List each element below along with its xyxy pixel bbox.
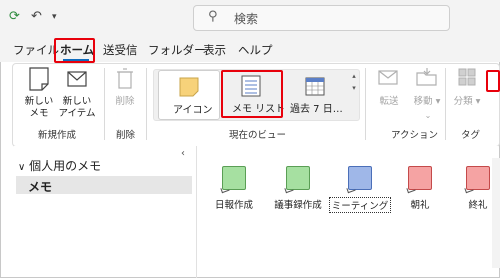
view-last7-label: 過去 7 日… [290,104,343,115]
collapse-pane-icon[interactable]: ‹ [181,148,185,159]
note-icon [466,166,490,190]
new-item-label: 新しい アイテム [58,96,96,119]
note-icon [222,166,246,190]
forward-button[interactable]: 転送 [370,66,408,108]
move-button[interactable]: 移動 ▾ [410,66,444,108]
search-input[interactable]: 検索 [234,10,258,27]
qat-dropdown-icon[interactable]: ▾ [52,12,57,22]
new-note-button[interactable]: 新しい メモ [24,66,54,120]
chevron-down-icon: ∨ [18,162,26,173]
new-note-label: 新しい メモ [24,96,54,119]
view-last7-button[interactable]: 過去 7 日… [286,70,348,118]
delete-label: 削除 [115,96,135,107]
move-folder-icon [416,68,437,86]
folder-item-label: メモ [28,180,53,194]
ribbon-separator [445,68,446,140]
new-note-icon [29,67,49,91]
note-icon [286,166,310,190]
tab-file[interactable]: ファイル [13,42,59,58]
view-icon-label: アイコン [173,105,213,116]
tab-help[interactable]: ヘルプ [238,42,273,58]
gallery-scroll[interactable]: ▴ ▾ [350,70,358,94]
folder-section-header[interactable]: ∨ 個人用のメモ [18,157,101,174]
forward-icon [378,70,398,85]
note-label: 議事録作成 [274,200,322,211]
group-delete-label: 削除 [116,130,136,141]
group-new-label: 新規作成 [38,130,77,141]
sync-icon[interactable]: ⟳ [9,9,20,24]
note-icon [348,166,372,190]
folder-section-label: 個人用のメモ [29,159,102,173]
delete-button[interactable]: 削除 [110,66,140,108]
highlight-home-tab [54,38,95,63]
highlight-list-view [221,70,283,118]
group-current-view-label: 現在のビュー [229,130,287,141]
categorize-icon [458,68,476,86]
ribbon-separator [146,68,147,140]
ribbon-separator [365,68,366,140]
tab-view[interactable]: 表示 [203,42,226,58]
folder-item-memo[interactable]: メモ [16,176,192,194]
move-chevron-icon: ⌄ [424,111,432,120]
note-label: ミーティング [328,197,392,213]
search-icon: ⚲ [208,9,218,24]
search-box[interactable]: ⚲ 検索 [193,5,450,31]
tab-folder[interactable]: フォルダー [148,42,206,58]
pane-divider[interactable] [196,146,197,278]
move-label: 移動 ▾ [413,96,441,107]
note-label: 日報作成 [214,200,253,211]
view-icon-button[interactable]: アイコン [158,70,220,120]
ribbon-separator [104,68,105,140]
new-item-button[interactable]: 新しい アイテム [58,66,96,120]
note-icon [408,166,432,190]
tab-send-receive[interactable]: 送受信 [103,42,138,58]
highlight-edge-button [486,70,500,92]
folder-pane: ‹ ∨ 個人用のメモ メモ [14,146,196,276]
categorize-button[interactable]: 分類 ▾ [450,66,484,108]
title-bar: ⟳ ↶ ▾ ⚲ 検索 [0,0,500,38]
categorize-label: 分類 ▾ [453,96,481,107]
note-label: 終礼 [468,200,488,211]
note-item[interactable]: 議事録作成 [263,166,333,211]
new-item-icon [67,71,87,87]
trash-icon [117,68,133,89]
note-item[interactable]: 日報作成 [199,166,269,211]
group-action-label: アクション [391,130,439,141]
group-tag-label: タグ [461,130,481,141]
forward-label: 転送 [379,96,399,107]
calendar-icon [305,77,325,96]
sticky-note-icon [179,77,199,97]
undo-icon[interactable]: ↶ [31,9,42,24]
note-item[interactable]: 終礼 [443,166,500,211]
